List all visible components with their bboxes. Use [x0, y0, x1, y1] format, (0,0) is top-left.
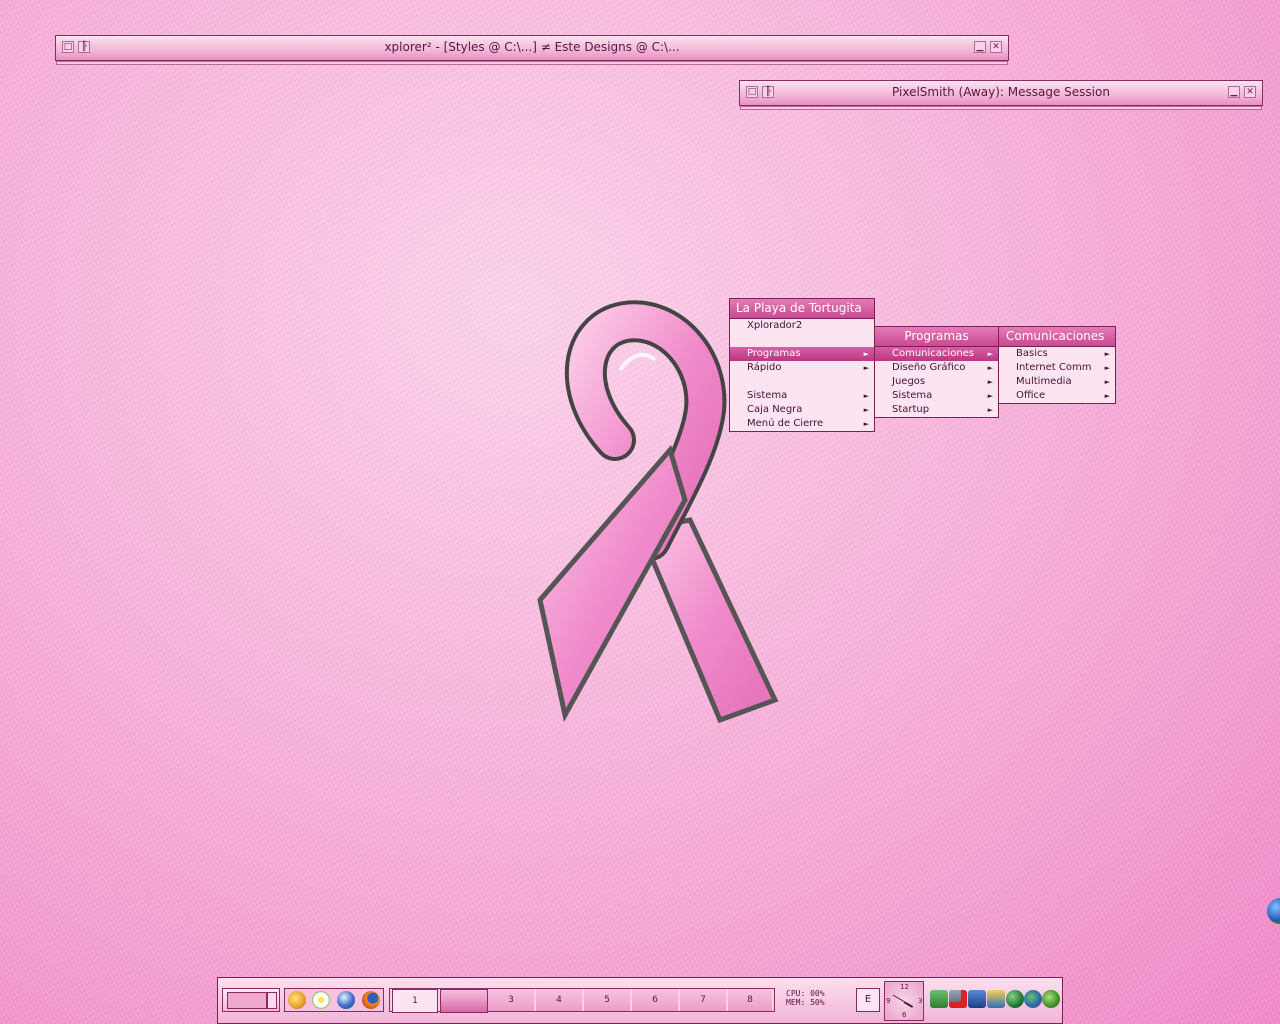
network-disconnected-icon[interactable] — [949, 990, 967, 1008]
quick-launch — [284, 988, 384, 1012]
menu-item-multimedia[interactable]: Multimedia ► — [999, 375, 1115, 389]
menu-item-programas[interactable]: Programas ► — [730, 347, 874, 361]
menu-item-caja-negra[interactable]: Caja Negra ► — [730, 403, 874, 417]
submenu-arrow-icon: ► — [1104, 364, 1110, 372]
menu-item-internet-comm[interactable]: Internet Comm ► — [999, 361, 1115, 375]
cpu-usage: CPU: 00% — [786, 989, 825, 998]
workspace-3[interactable]: 3 — [488, 989, 534, 1011]
workspace-6[interactable]: 6 — [632, 989, 678, 1011]
menu-item-office[interactable]: Office ► — [999, 389, 1115, 403]
pin-icon[interactable]: ╟ — [78, 41, 90, 53]
window-title: PixelSmith (Away): Message Session — [892, 85, 1110, 99]
paint-palette-icon[interactable] — [288, 991, 306, 1009]
submenu-arrow-icon: ► — [863, 364, 869, 372]
show-desktop-button[interactable] — [222, 988, 280, 1012]
menu-item-sistema[interactable]: Sistema ► — [730, 389, 874, 403]
submenu-arrow-icon: ► — [1104, 378, 1110, 386]
internet-globe-icon[interactable] — [1006, 990, 1024, 1008]
workspace-pager: 1 3 4 5 6 7 8 — [389, 988, 775, 1013]
submenu-arrow-icon: ► — [987, 392, 993, 400]
window-menu-icon[interactable]: □ — [746, 86, 758, 98]
workspace-2-active[interactable] — [440, 989, 488, 1013]
submenu-arrow-icon: ► — [987, 350, 993, 358]
messenger-icon[interactable] — [1024, 990, 1042, 1008]
message-window-titlebar[interactable]: □ ╟ PixelSmith (Away): Message Session ▁… — [739, 80, 1263, 110]
menu-item-xplorador2[interactable]: Xplorador2 — [730, 319, 874, 333]
main-menu: La Playa de Tortugita Xplorador2 Program… — [729, 298, 875, 432]
window-manager-icon[interactable] — [987, 990, 1005, 1008]
submenu-arrow-icon: ► — [863, 350, 869, 358]
thunderbird-icon[interactable] — [337, 991, 355, 1009]
system-tray — [928, 978, 1060, 1023]
submenu-arrow-icon: ► — [987, 364, 993, 372]
workspace-1[interactable]: 1 — [392, 989, 438, 1013]
workspace-8[interactable]: 8 — [728, 989, 772, 1011]
submenu-arrow-icon: ► — [987, 406, 993, 414]
clock-hour-hand — [903, 1001, 914, 1008]
e-button[interactable]: E — [856, 988, 880, 1012]
menu-item-basics[interactable]: Basics ► — [999, 347, 1115, 361]
menu-title: La Playa de Tortugita — [730, 299, 874, 319]
taskbar: 1 3 4 5 6 7 8 CPU: 00% MEM: 50% E 12 3 6… — [217, 977, 1063, 1024]
menu-separator — [730, 375, 874, 389]
window-menu-icon[interactable]: □ — [62, 41, 74, 53]
window-frame-strip — [56, 61, 1008, 65]
menu-item-startup[interactable]: Startup ► — [875, 403, 998, 417]
submenu-arrow-icon: ► — [1104, 350, 1110, 358]
menu-separator — [730, 333, 874, 347]
close-icon[interactable]: ✕ — [1244, 86, 1256, 98]
submenu-arrow-icon: ► — [863, 420, 869, 428]
window-frame-strip — [740, 106, 1262, 110]
menu-title: Comunicaciones — [999, 327, 1115, 347]
submenu-arrow-icon: ► — [1104, 392, 1110, 400]
menu-item-menu-de-cierre[interactable]: Menú de Cierre ► — [730, 417, 874, 431]
close-icon[interactable]: ✕ — [990, 41, 1002, 53]
memory-usage: MEM: 50% — [786, 998, 825, 1007]
workspace-7[interactable]: 7 — [680, 989, 726, 1011]
menu-item-comunicaciones[interactable]: Comunicaciones ► — [875, 347, 998, 361]
menu-item-rapido[interactable]: Rápido ► — [730, 361, 874, 375]
comunicaciones-menu: Comunicaciones Basics ► Internet Comm ► Mu… — [998, 326, 1116, 404]
menu-item-sistema[interactable]: Sistema ► — [875, 389, 998, 403]
workspace-5[interactable]: 5 — [584, 989, 630, 1011]
minimize-icon[interactable]: ▁ — [1228, 86, 1240, 98]
minimize-icon[interactable]: ▁ — [974, 41, 986, 53]
submenu-arrow-icon: ► — [987, 378, 993, 386]
firefox-icon[interactable] — [362, 991, 380, 1009]
globe-icon[interactable] — [1267, 898, 1280, 924]
pin-icon[interactable]: ╟ — [762, 86, 774, 98]
workspace-4[interactable]: 4 — [536, 989, 582, 1011]
menu-title: Programas — [875, 327, 998, 347]
display-settings-icon[interactable] — [968, 990, 986, 1008]
programas-menu: Programas Comunicaciones ► Diseño Gráfico… — [874, 326, 999, 418]
system-monitor: CPU: 00% MEM: 50% — [786, 989, 852, 1007]
window-title: xplorer² - [Styles @ C:\...] ≠ Este Desi… — [384, 40, 680, 54]
analog-clock[interactable]: 12 3 6 9 — [884, 981, 924, 1021]
xplorer-window-titlebar[interactable]: □ ╟ xplorer² - [Styles @ C:\...] ≠ Este … — [55, 35, 1009, 65]
submenu-arrow-icon: ► — [863, 392, 869, 400]
menu-item-diseno-grafico[interactable]: Diseño Gráfico ► — [875, 361, 998, 375]
menu-item-juegos[interactable]: Juegos ► — [875, 375, 998, 389]
daisy-flower-icon[interactable] — [312, 991, 330, 1009]
buddy-status-icon[interactable] — [1042, 990, 1060, 1008]
sync-arrows-icon[interactable] — [930, 990, 948, 1008]
submenu-arrow-icon: ► — [863, 406, 869, 414]
clock-minute-hand — [892, 994, 905, 1002]
